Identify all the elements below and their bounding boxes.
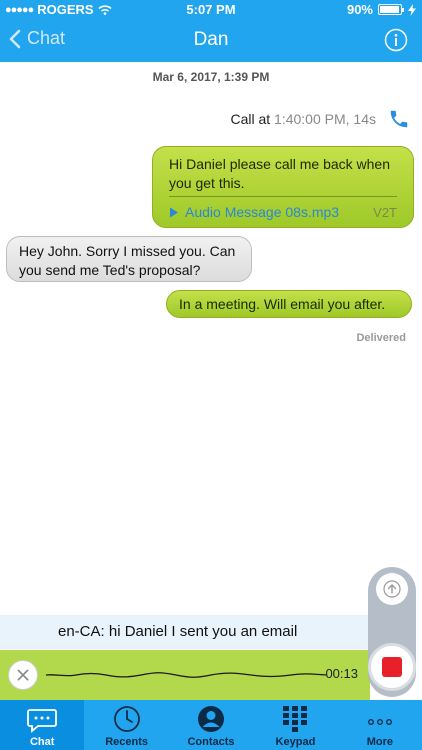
stop-recording-button[interactable] (368, 643, 416, 691)
phone-icon[interactable] (388, 108, 410, 130)
voice-recording-bar: 00:13 (0, 650, 370, 700)
charging-icon (408, 3, 416, 16)
status-bar: ●●●●● ROGERS 5:07 PM 90% (0, 0, 422, 20)
audio-filename[interactable]: Audio Message 08s.mp3 (185, 203, 339, 222)
v2t-button[interactable]: V2T (373, 203, 397, 222)
chat-icon (27, 709, 58, 733)
audio-waveform (46, 672, 326, 678)
delivery-status: Delivered (356, 332, 406, 344)
tab-label: Keypad (275, 736, 316, 748)
tab-more[interactable]: More (338, 700, 422, 750)
clock-icon (113, 706, 140, 732)
info-icon[interactable] (384, 28, 408, 52)
recording-timer: 00:13 (325, 666, 358, 681)
divider (169, 196, 397, 197)
battery-percent: 90% (346, 2, 373, 17)
tab-contacts[interactable]: Contacts (169, 700, 253, 750)
call-time: 1:40:00 PM, 14s (274, 111, 376, 127)
send-button[interactable] (376, 573, 408, 605)
message-bubble-outgoing[interactable]: Hi Daniel please call me back when you g… (152, 146, 414, 228)
message-text: Hey John. Sorry I missed you. Can you se… (19, 243, 236, 278)
contacts-icon (198, 706, 225, 732)
tab-label: Recents (105, 736, 148, 748)
battery-icon (378, 4, 404, 15)
play-icon[interactable] (169, 207, 179, 218)
recording-controls (368, 567, 416, 697)
nav-bar: Chat Dan (0, 20, 422, 62)
message-text: In a meeting. Will email you after. (179, 296, 386, 312)
keypad-icon (283, 706, 308, 732)
voice-transcript: en-CA: hi Daniel I sent you an email (0, 615, 370, 649)
conversation-title: Dan (193, 29, 229, 50)
tab-bar: Chat Recents Contacts Keypad More (0, 700, 422, 750)
date-stamp: Mar 6, 2017, 1:39 PM (152, 70, 270, 84)
top-bar: ●●●●● ROGERS 5:07 PM 90% Chat Dan (0, 0, 422, 62)
tab-label: Contacts (187, 736, 235, 748)
call-log-entry: Call at 1:40:00 PM, 14s (230, 108, 410, 130)
tab-chat[interactable]: Chat (0, 700, 85, 750)
more-icon (367, 719, 392, 725)
battery-info: 90% (347, 2, 417, 17)
tab-label: Chat (29, 736, 55, 748)
message-text: Hi Daniel please call me back when you g… (169, 156, 390, 191)
stop-icon (382, 657, 402, 677)
tab-label: More (366, 736, 393, 748)
tab-keypad[interactable]: Keypad (253, 700, 337, 750)
message-bubble-outgoing[interactable]: In a meeting. Will email you after. (166, 290, 412, 318)
message-bubble-incoming[interactable]: Hey John. Sorry I missed you. Can you se… (6, 236, 252, 282)
cancel-recording-button[interactable] (8, 660, 38, 690)
tab-recents[interactable]: Recents (84, 700, 168, 750)
audio-attachment[interactable]: Audio Message 08s.mp3 V2T (169, 203, 397, 222)
arrow-up-icon (383, 580, 401, 598)
call-label: Call at (230, 111, 271, 127)
